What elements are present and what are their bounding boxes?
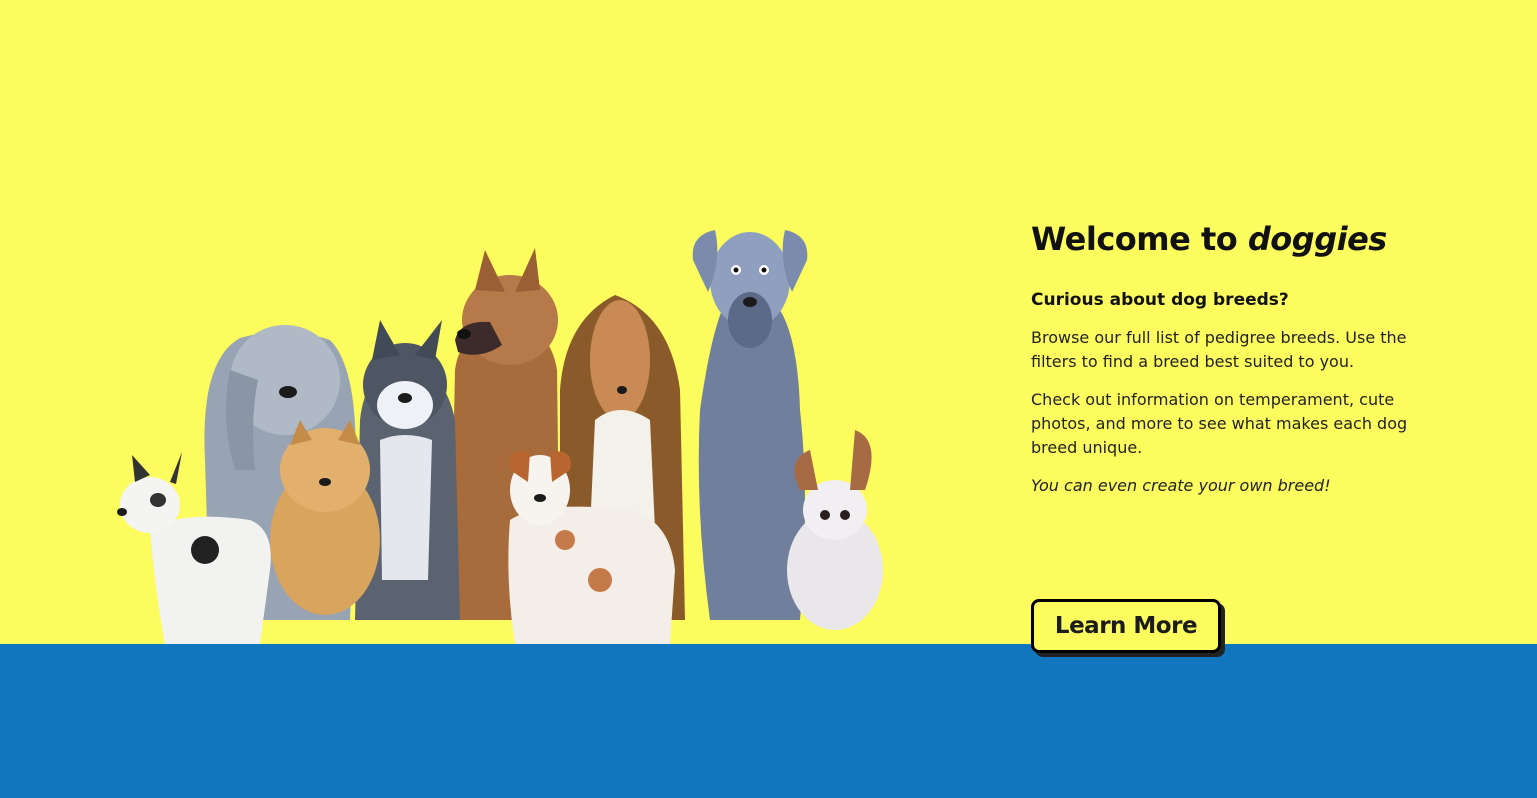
intro-paragraph: Browse our full list of pedigree breeds.… [1031,328,1407,371]
pomeranian-dog [270,420,380,615]
create-breed-paragraph: You can even create your own breed! [1031,476,1331,495]
footer-band [0,644,1537,798]
hero-subtitle: Curious about dog breeds? [1031,290,1289,310]
dog-breeds-illustration [117,230,883,644]
papillon-dog [787,430,883,630]
info-paragraph: Check out information on temperament, cu… [1031,390,1408,457]
hero-content: Welcome to doggies Curious about dog bre… [1031,218,1431,498]
brand-name: doggies [1247,220,1387,258]
title-prefix: Welcome to [1031,220,1248,258]
learn-more-button[interactable]: Learn More [1031,599,1221,653]
page-title: Welcome to doggies [1031,218,1431,260]
